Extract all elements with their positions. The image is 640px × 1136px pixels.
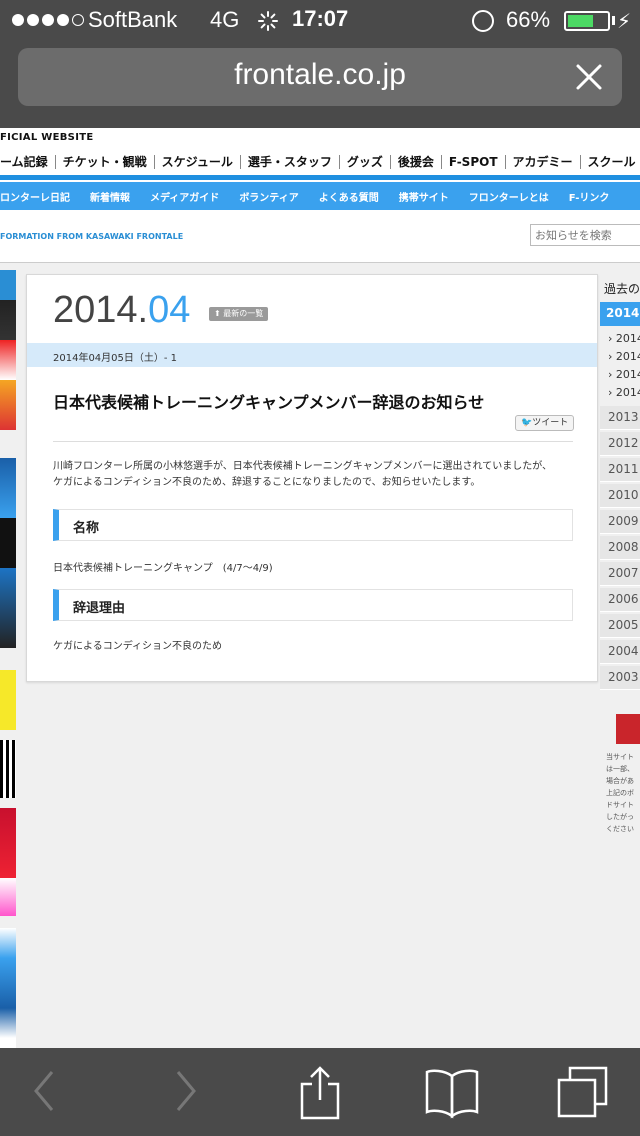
note-line: ください [606, 825, 634, 833]
network-type: 4G [210, 7, 240, 32]
status-bar: SoftBank 4G 17:07 66% ⚡ [0, 0, 640, 40]
archive-month-link[interactable]: › 2014 [608, 350, 640, 363]
gnav-item[interactable]: チケット・観戦 [56, 155, 155, 169]
note-line: ドサイト [606, 801, 634, 809]
section-heading-name: 名称 [53, 509, 573, 541]
web-page: FICIAL WEBSITE ーム記録 チケット・観戦 スケジュール 選手・スタ… [0, 128, 640, 1048]
banner-image[interactable] [0, 928, 16, 1048]
article-headline: 日本代表候補トレーニングキャンプメンバー辞退のお知らせ [53, 393, 485, 412]
battery-icon [564, 11, 610, 31]
archive-year-link[interactable]: 2008 [600, 536, 640, 560]
archive-year-link[interactable]: 2010 [600, 484, 640, 508]
snav-item[interactable]: ロンターレ日記 [0, 189, 80, 204]
qr-code-image [0, 740, 16, 798]
search-input[interactable] [530, 224, 640, 246]
section-heading-reason: 辞退理由 [53, 589, 573, 621]
signal-strength-icon [12, 14, 84, 26]
rotation-lock-icon [472, 10, 494, 32]
gnav-item[interactable]: 後援会 [391, 155, 442, 169]
close-icon[interactable] [572, 60, 606, 94]
note-line: 場合があ [606, 777, 634, 785]
archive-year-link[interactable]: 2013 [600, 406, 640, 430]
activity-spinner-icon [258, 11, 278, 31]
article-card: 2014.04 ⬆ 最新の一覧 2014年04月05日（土）- 1 日本代表候補… [26, 274, 598, 682]
archive-month-link[interactable]: › 2014 [608, 332, 640, 345]
section-text-name: 日本代表候補トレーニングキャンプ (4/7〜4/9) [53, 563, 273, 574]
info-from-label: FORMATION FROM KASAWAKI FRONTALE [0, 232, 184, 241]
gnav-item[interactable]: ーム記録 [0, 155, 56, 169]
twitter-bird-icon: 🐦 [521, 418, 533, 428]
pdf-icon[interactable] [616, 714, 640, 744]
archive-year-link[interactable]: 2005 [600, 614, 640, 638]
archive-month-link[interactable]: › 2014 [608, 368, 640, 381]
banner-image[interactable] [0, 458, 16, 648]
charging-icon: ⚡ [617, 9, 632, 33]
note-line: 当サイト [606, 753, 634, 761]
note-line: したがっ [606, 813, 634, 821]
share-icon[interactable] [298, 1066, 342, 1120]
battery-percent: 66% [506, 7, 551, 32]
snav-item[interactable]: フロンターレとは [459, 189, 559, 204]
global-nav: ーム記録 チケット・観戦 スケジュール 選手・スタッフ グッズ 後援会 F-SP… [0, 150, 640, 174]
battery-tip [612, 16, 615, 25]
note-line: 上記のボ [606, 789, 634, 797]
archive-year-link[interactable]: 2004 [600, 640, 640, 664]
section-text-reason: ケガによるコンディション不良のため [53, 641, 222, 652]
gnav-item[interactable]: スケジュール [155, 155, 241, 169]
archive-year-active[interactable]: 2014 [600, 302, 640, 326]
snav-item[interactable]: 新着情報 [80, 189, 140, 204]
address-bar[interactable]: frontale.co.jp [18, 48, 622, 106]
gnav-item[interactable]: アカデミー [506, 155, 581, 169]
gnav-item[interactable]: グッズ [340, 155, 391, 169]
article-date: 2014年04月05日（土）- 1 [27, 343, 597, 367]
archive-year-link[interactable]: 2006 [600, 588, 640, 612]
screen: SoftBank 4G 17:07 66% ⚡ frontale.co.jp F… [0, 0, 640, 1136]
tweet-button[interactable]: 🐦ツイート [515, 415, 575, 431]
nav-divider [0, 175, 640, 180]
gnav-item[interactable]: スクール・普及 [581, 155, 640, 169]
latest-list-button[interactable]: ⬆ 最新の一覧 [209, 307, 269, 321]
archive-year-link[interactable]: 2012 [600, 432, 640, 456]
article-body: 川崎フロンターレ所属の小林悠選手が、日本代表候補トレーニングキャンプメンバーに選… [53, 461, 552, 488]
snav-item[interactable]: F-リンク [559, 189, 620, 204]
site-title: FICIAL WEBSITE [0, 132, 94, 143]
snav-item[interactable]: メディアガイド [140, 189, 229, 204]
banner-image[interactable] [0, 670, 16, 730]
banner-image[interactable] [0, 808, 16, 916]
archive-year-link[interactable]: 2009 [600, 510, 640, 534]
archive-year-link[interactable]: 2007 [600, 562, 640, 586]
carrier-name: SoftBank [88, 7, 178, 32]
sub-nav: ロンターレ日記 新着情報 メディアガイド ボランティア よくある質問 携帯サイト… [0, 182, 640, 210]
divider [53, 441, 573, 442]
snav-item[interactable]: よくある質問 [309, 189, 389, 204]
url-text: frontale.co.jp [234, 58, 406, 91]
back-icon[interactable] [30, 1066, 60, 1116]
archive-year-link[interactable]: 2011 [600, 458, 640, 482]
archive-date-heading: 2014.04 [53, 289, 191, 331]
safari-toolbar [0, 1048, 640, 1136]
bookmarks-icon[interactable] [424, 1066, 480, 1120]
banner-image[interactable] [0, 270, 16, 430]
gnav-item[interactable]: F-SPOT [442, 155, 506, 169]
gnav-item[interactable]: 選手・スタッフ [241, 155, 340, 169]
archive-heading: 過去の [604, 282, 640, 296]
ios-top-bar: SoftBank 4G 17:07 66% ⚡ frontale.co.jp [0, 0, 640, 128]
archive-month-link[interactable]: › 2014 [608, 386, 640, 399]
note-line: は一部、 [606, 765, 634, 773]
clock: 17:07 [292, 6, 349, 31]
tabs-icon[interactable] [556, 1066, 610, 1120]
snav-item[interactable]: ボランティア [229, 189, 308, 204]
snav-item[interactable]: 携帯サイト [389, 189, 459, 204]
archive-year-link[interactable]: 2003 [600, 666, 640, 690]
forward-icon[interactable] [170, 1066, 200, 1116]
left-banner-strip[interactable] [0, 270, 16, 1048]
